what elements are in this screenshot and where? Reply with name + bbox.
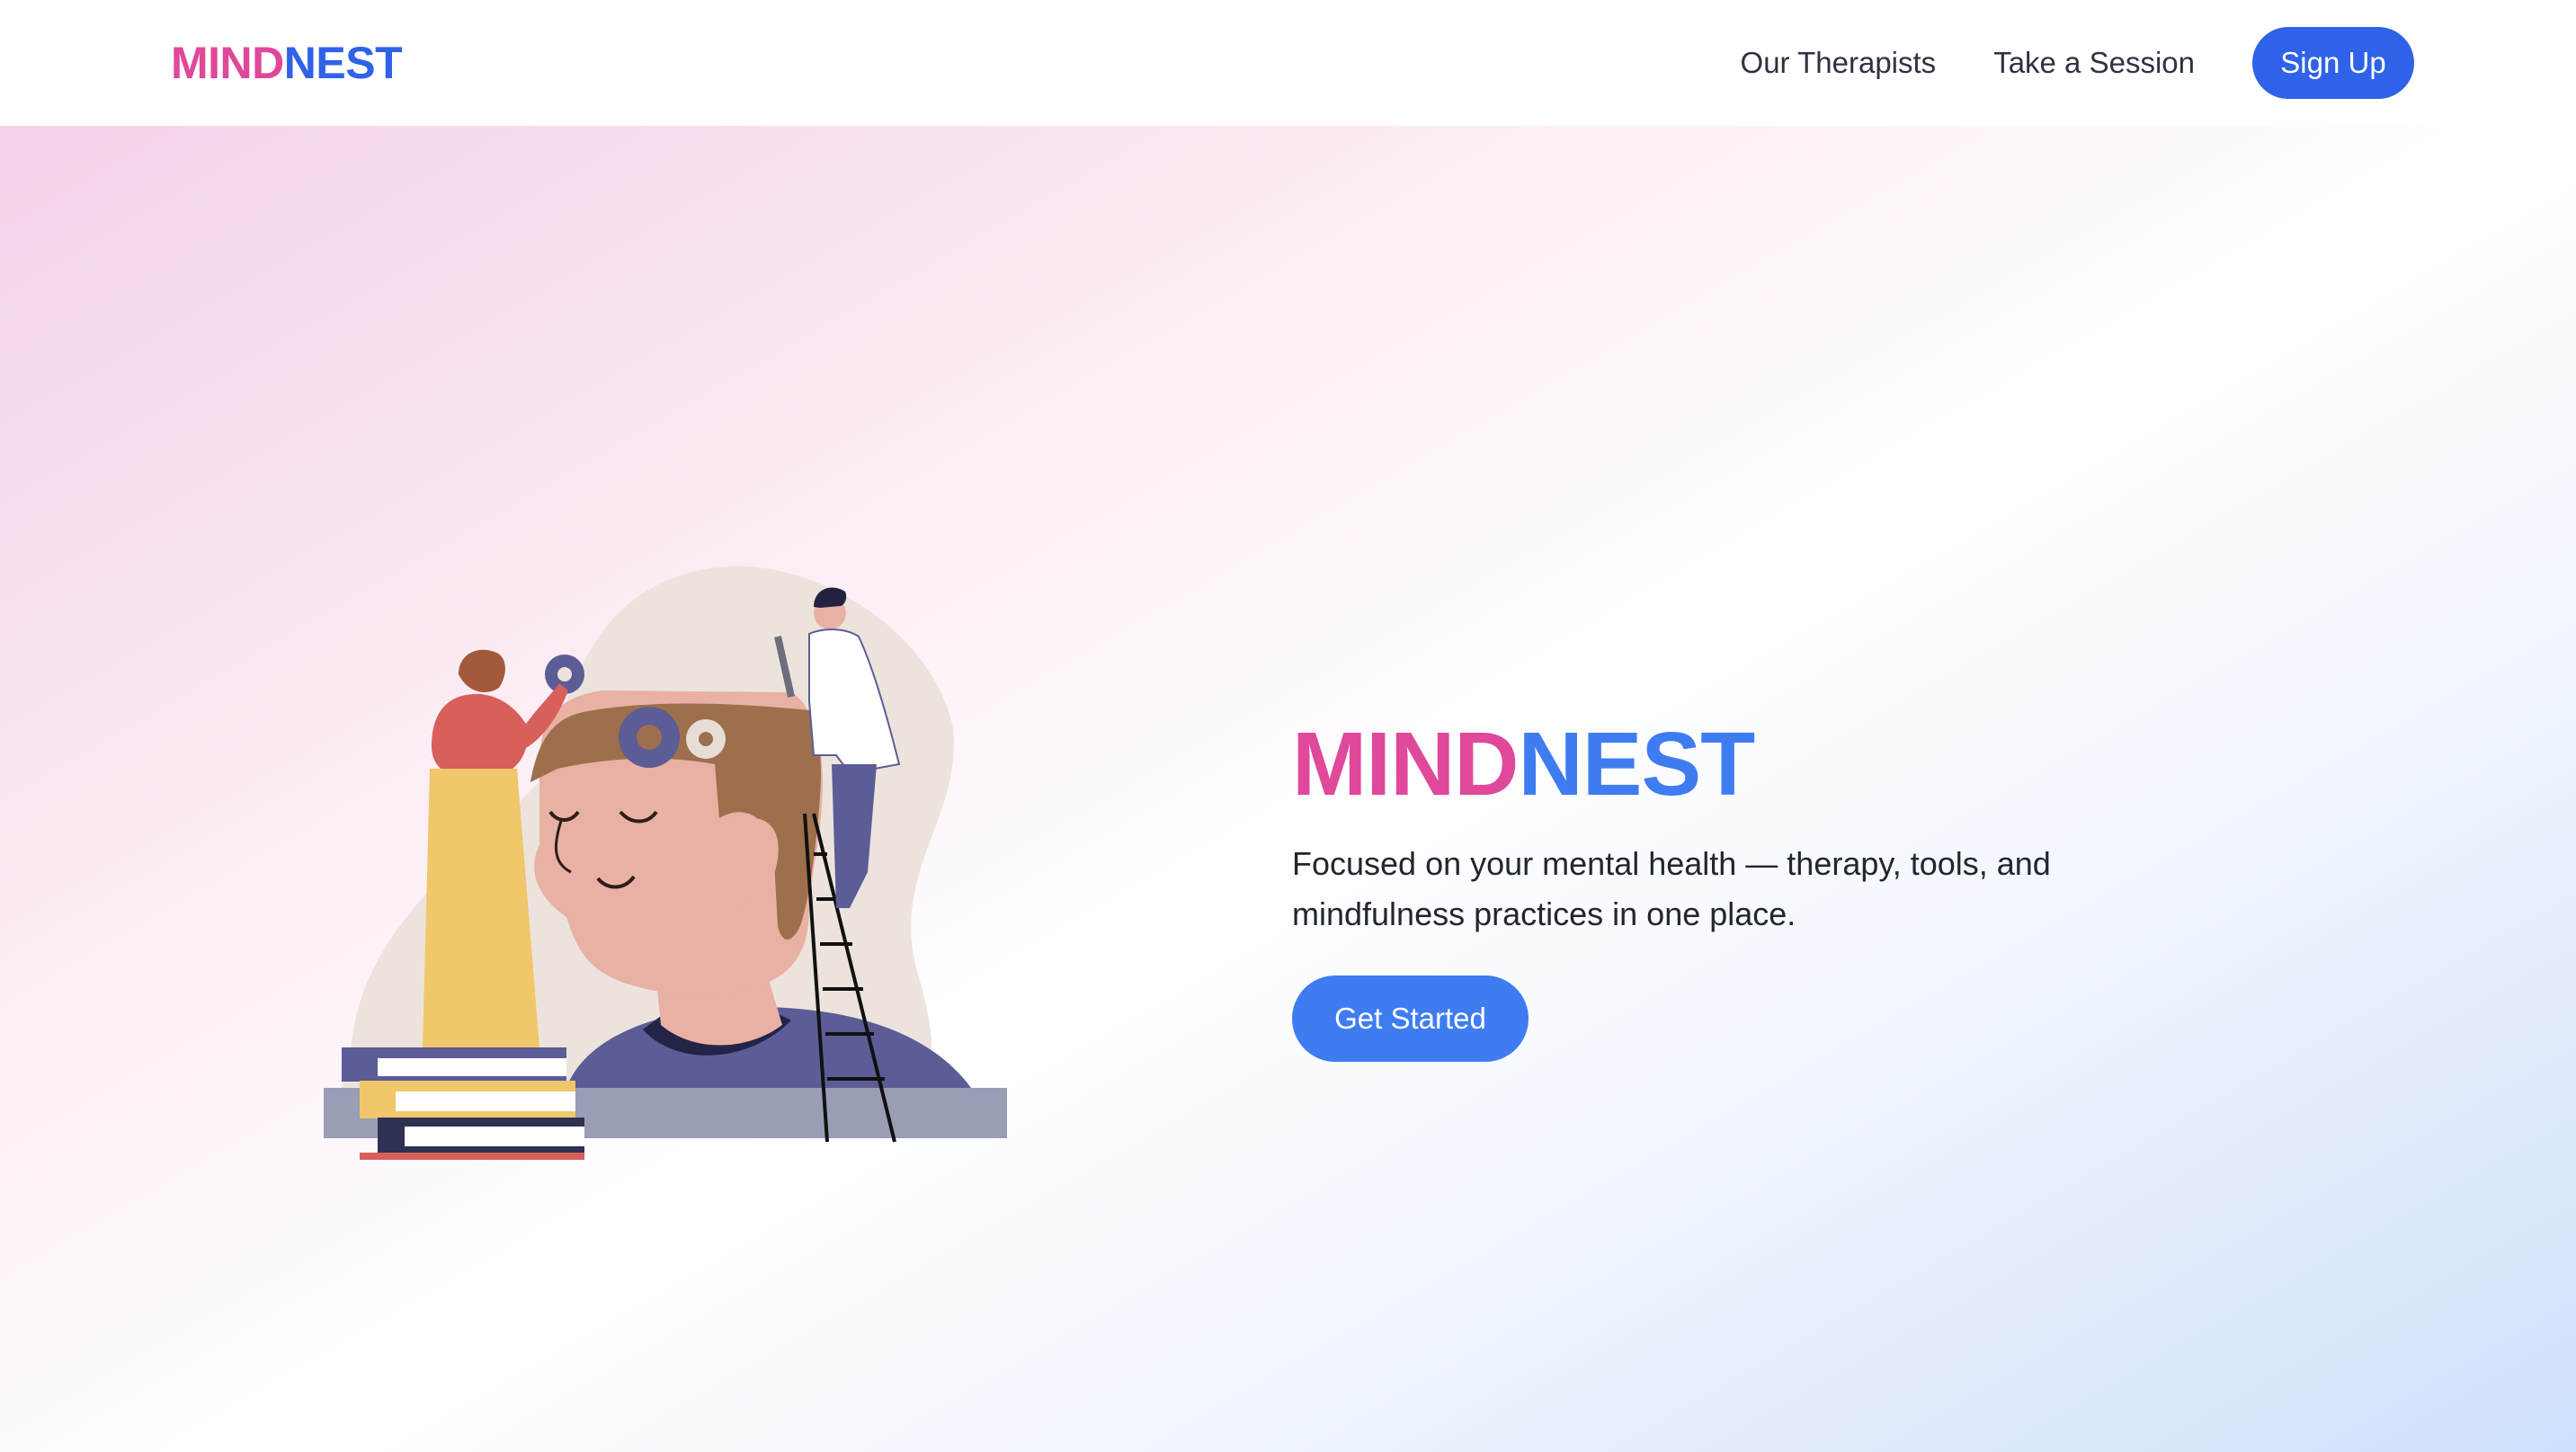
illustration-gear-small	[686, 719, 726, 759]
hero-title-part2: NEST	[1518, 714, 1756, 815]
navbar: MINDNEST Our Therapists Take a Session S…	[0, 0, 2576, 126]
hero-illustration	[324, 566, 1007, 1160]
hero-title-part1: MIND	[1292, 714, 1520, 815]
sign-up-button[interactable]: Sign Up	[2252, 27, 2414, 99]
hero-content: MINDNEST Focused on your mental health —…	[1292, 715, 2101, 1062]
nav-link-take-a-session[interactable]: Take a Session	[1993, 46, 2195, 80]
brand-logo[interactable]: MINDNEST	[171, 37, 403, 89]
illustration-gear-large	[619, 707, 680, 768]
illustration-book-4	[360, 1153, 584, 1160]
nav-link-our-therapists[interactable]: Our Therapists	[1741, 46, 1937, 80]
nav-links: Our Therapists Take a Session Sign Up	[1741, 27, 2414, 99]
illustration-book-1-pages	[378, 1058, 566, 1076]
hero-section: MINDNEST Focused on your mental health —…	[0, 126, 2576, 1452]
illustration-book-3-pages	[405, 1127, 584, 1146]
get-started-button[interactable]: Get Started	[1292, 975, 1529, 1062]
hero-description: Focused on your mental health — therapy,…	[1292, 845, 2051, 932]
brand-logo-part2: NEST	[283, 38, 403, 88]
illustration-woman-hair	[459, 649, 505, 692]
hero-title: MINDNEST	[1292, 715, 2101, 814]
brand-logo-part1: MIND	[171, 38, 284, 88]
illustration-book-2-pages	[396, 1091, 575, 1111]
